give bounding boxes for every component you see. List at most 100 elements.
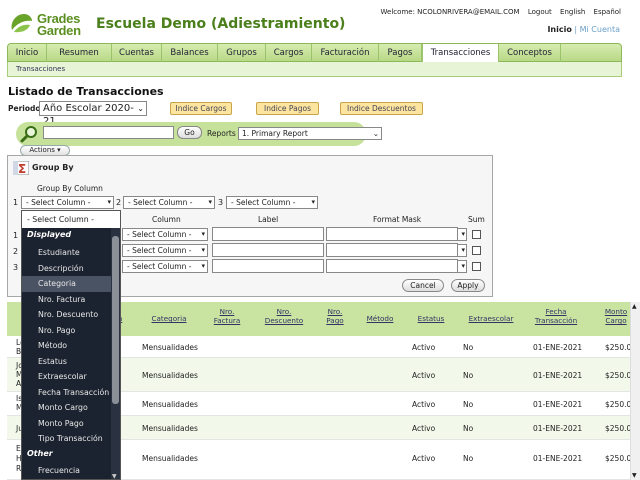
cell-estatus: Activo bbox=[412, 371, 436, 380]
dropdown-option[interactable]: Estudiante bbox=[22, 245, 112, 261]
indice-descuentos-button[interactable]: Indice Descuentos bbox=[340, 102, 423, 115]
chevron-down-icon: ⌄ bbox=[372, 129, 379, 138]
sigma-icon: Σ bbox=[13, 161, 29, 175]
indice-pagos-button[interactable]: Indice Pagos bbox=[256, 102, 319, 115]
sum-checkbox-1[interactable] bbox=[472, 230, 481, 239]
cell-monto: $250.0 bbox=[605, 454, 632, 463]
tab-pagos[interactable]: Pagos bbox=[379, 44, 422, 62]
dropdown-option[interactable]: Tipo Transacción bbox=[22, 431, 112, 447]
tab-inicio[interactable]: Inicio bbox=[8, 44, 47, 62]
header-nro-descuento[interactable]: Nro. Descuento bbox=[263, 307, 305, 325]
tab-facturacion[interactable]: Facturación bbox=[312, 44, 379, 62]
page-scrollbar[interactable]: ▲ ▼ bbox=[630, 302, 640, 480]
chevron-down-icon: ▾ bbox=[201, 230, 205, 238]
dropdown-option[interactable]: Fecha Transacción bbox=[22, 385, 112, 401]
format-mask-input-1[interactable] bbox=[326, 227, 458, 241]
cell-monto: $250.0 bbox=[605, 371, 632, 380]
actions-label: Actions bbox=[29, 146, 55, 154]
format-mask-input-2[interactable] bbox=[326, 243, 458, 257]
english-link[interactable]: English bbox=[560, 8, 585, 16]
dropdown-option[interactable]: Nro. Factura bbox=[22, 292, 112, 308]
header-extraescolar[interactable]: Extraescolar bbox=[463, 314, 519, 323]
dropdown-scroll-thumb[interactable] bbox=[112, 236, 119, 404]
dropdown-option[interactable]: Nro. Descuento bbox=[22, 307, 112, 323]
select-value: - Select Column - bbox=[127, 230, 192, 239]
dropdown-option[interactable]: Extraescolar bbox=[22, 369, 112, 385]
group-num-1: 1 bbox=[13, 198, 19, 207]
apply-button[interactable]: Apply bbox=[451, 279, 485, 292]
scroll-down-icon: ▼ bbox=[632, 472, 637, 479]
group-num-3: 3 bbox=[218, 198, 224, 207]
mi-cuenta-link[interactable]: Mi Cuenta bbox=[580, 25, 620, 34]
dropdown-option[interactable]: Método bbox=[22, 338, 112, 354]
group-by-title: Group By bbox=[32, 163, 74, 172]
tab-cargos[interactable]: Cargos bbox=[266, 44, 312, 62]
label-input-1[interactable] bbox=[212, 227, 324, 241]
chevron-down-icon: ▾ bbox=[461, 246, 465, 254]
format-mask-picker-3[interactable]: ▾ bbox=[457, 260, 467, 273]
chevron-down-icon: ▾ bbox=[201, 262, 205, 270]
go-button[interactable]: Go bbox=[177, 126, 202, 139]
svg-text:Σ: Σ bbox=[18, 162, 26, 175]
format-mask-picker-1[interactable]: ▾ bbox=[457, 228, 467, 241]
dropdown-option[interactable]: Descripción bbox=[22, 261, 112, 277]
header-nro-factura[interactable]: Nro. Factura bbox=[209, 307, 245, 325]
cell-categoria: Mensualidades bbox=[142, 400, 198, 409]
header-fecha-transaccion[interactable]: Fecha Transacción bbox=[533, 307, 579, 325]
group-by-select-1[interactable]: - Select Column - ▾ bbox=[21, 196, 114, 209]
report-select[interactable]: 1. Primary Report ⌄ bbox=[238, 127, 382, 140]
sum-column-select-1[interactable]: - Select Column - ▾ bbox=[122, 228, 208, 241]
search-icon[interactable] bbox=[20, 124, 40, 144]
breadcrumb[interactable]: Transacciones bbox=[16, 65, 65, 73]
cell-categoria: Mensualidades bbox=[142, 343, 198, 352]
scroll-up-icon: ▲ bbox=[632, 303, 637, 310]
top-links: Welcome: NCOLONRIVERA@EMAIL.COM Logout E… bbox=[375, 8, 621, 16]
periodo-select[interactable]: Año Escolar 2020-21 ⌄ bbox=[39, 101, 147, 127]
dropdown-option[interactable]: Nro. Pago bbox=[22, 323, 112, 339]
format-mask-input-3[interactable] bbox=[326, 259, 458, 273]
label-input-3[interactable] bbox=[212, 259, 324, 273]
tab-grupos[interactable]: Grupos bbox=[218, 44, 266, 62]
dropdown-option[interactable]: Monto Pago bbox=[22, 416, 112, 432]
dropdown-option[interactable]: Frecuencia bbox=[22, 463, 112, 479]
sum-checkbox-2[interactable] bbox=[472, 246, 481, 255]
logo[interactable]: Grades Garden bbox=[8, 10, 98, 38]
sum-column-select-3[interactable]: - Select Column - ▾ bbox=[122, 260, 208, 273]
dropdown-option[interactable]: Monto Cargo bbox=[22, 400, 112, 416]
dropdown-option-select-column[interactable]: - Select Column - bbox=[22, 211, 120, 228]
tab-conceptos[interactable]: Conceptos bbox=[499, 44, 561, 62]
col-header-label: Label bbox=[258, 215, 279, 224]
label-input-2[interactable] bbox=[212, 243, 324, 257]
cell-categoria: Mensualidades bbox=[142, 424, 198, 433]
header-metodo[interactable]: Método bbox=[363, 314, 397, 323]
cell-categoria: Mensualidades bbox=[142, 454, 198, 463]
cancel-button[interactable]: Cancel bbox=[402, 279, 444, 292]
dropdown-option-highlighted[interactable]: Categoria bbox=[22, 276, 112, 292]
dropdown-scrollbar[interactable]: ▼ bbox=[111, 228, 120, 479]
user-links: Inicio | Mi Cuenta bbox=[547, 25, 620, 34]
group-by-select-2[interactable]: - Select Column - ▾ bbox=[123, 196, 215, 209]
link-separator: | bbox=[574, 25, 578, 34]
espanol-link[interactable]: Español bbox=[594, 8, 621, 16]
header-categoria[interactable]: Categoria bbox=[147, 314, 191, 323]
header-estatus[interactable]: Estatus bbox=[413, 314, 449, 323]
sum-column-select-2[interactable]: - Select Column - ▾ bbox=[122, 244, 208, 257]
col-header-sum: Sum bbox=[468, 215, 485, 224]
tab-cuentas[interactable]: Cuentas bbox=[112, 44, 162, 62]
logout-link[interactable]: Logout bbox=[528, 8, 552, 16]
search-input[interactable] bbox=[43, 126, 174, 139]
tab-balances[interactable]: Balances bbox=[162, 44, 218, 62]
group-by-select-3[interactable]: - Select Column - ▾ bbox=[226, 196, 318, 209]
cell-extraescolar: No bbox=[463, 454, 474, 463]
inicio-link[interactable]: Inicio bbox=[547, 25, 571, 34]
header-monto-cargo[interactable]: Monto Cargo bbox=[599, 307, 633, 325]
header-nro-pago[interactable]: Nro. Pago bbox=[320, 307, 350, 325]
indice-cargos-button[interactable]: Indice Cargos bbox=[170, 102, 232, 115]
sum-checkbox-3[interactable] bbox=[472, 262, 481, 271]
cell-fecha: 01-ENE-2021 bbox=[533, 371, 583, 380]
format-mask-picker-2[interactable]: ▾ bbox=[457, 244, 467, 257]
chevron-down-icon: ▾ bbox=[57, 146, 61, 154]
tab-transacciones[interactable]: Transacciones bbox=[422, 44, 499, 64]
dropdown-option[interactable]: Estatus bbox=[22, 354, 112, 370]
tab-resumen[interactable]: Resumen bbox=[47, 44, 112, 62]
